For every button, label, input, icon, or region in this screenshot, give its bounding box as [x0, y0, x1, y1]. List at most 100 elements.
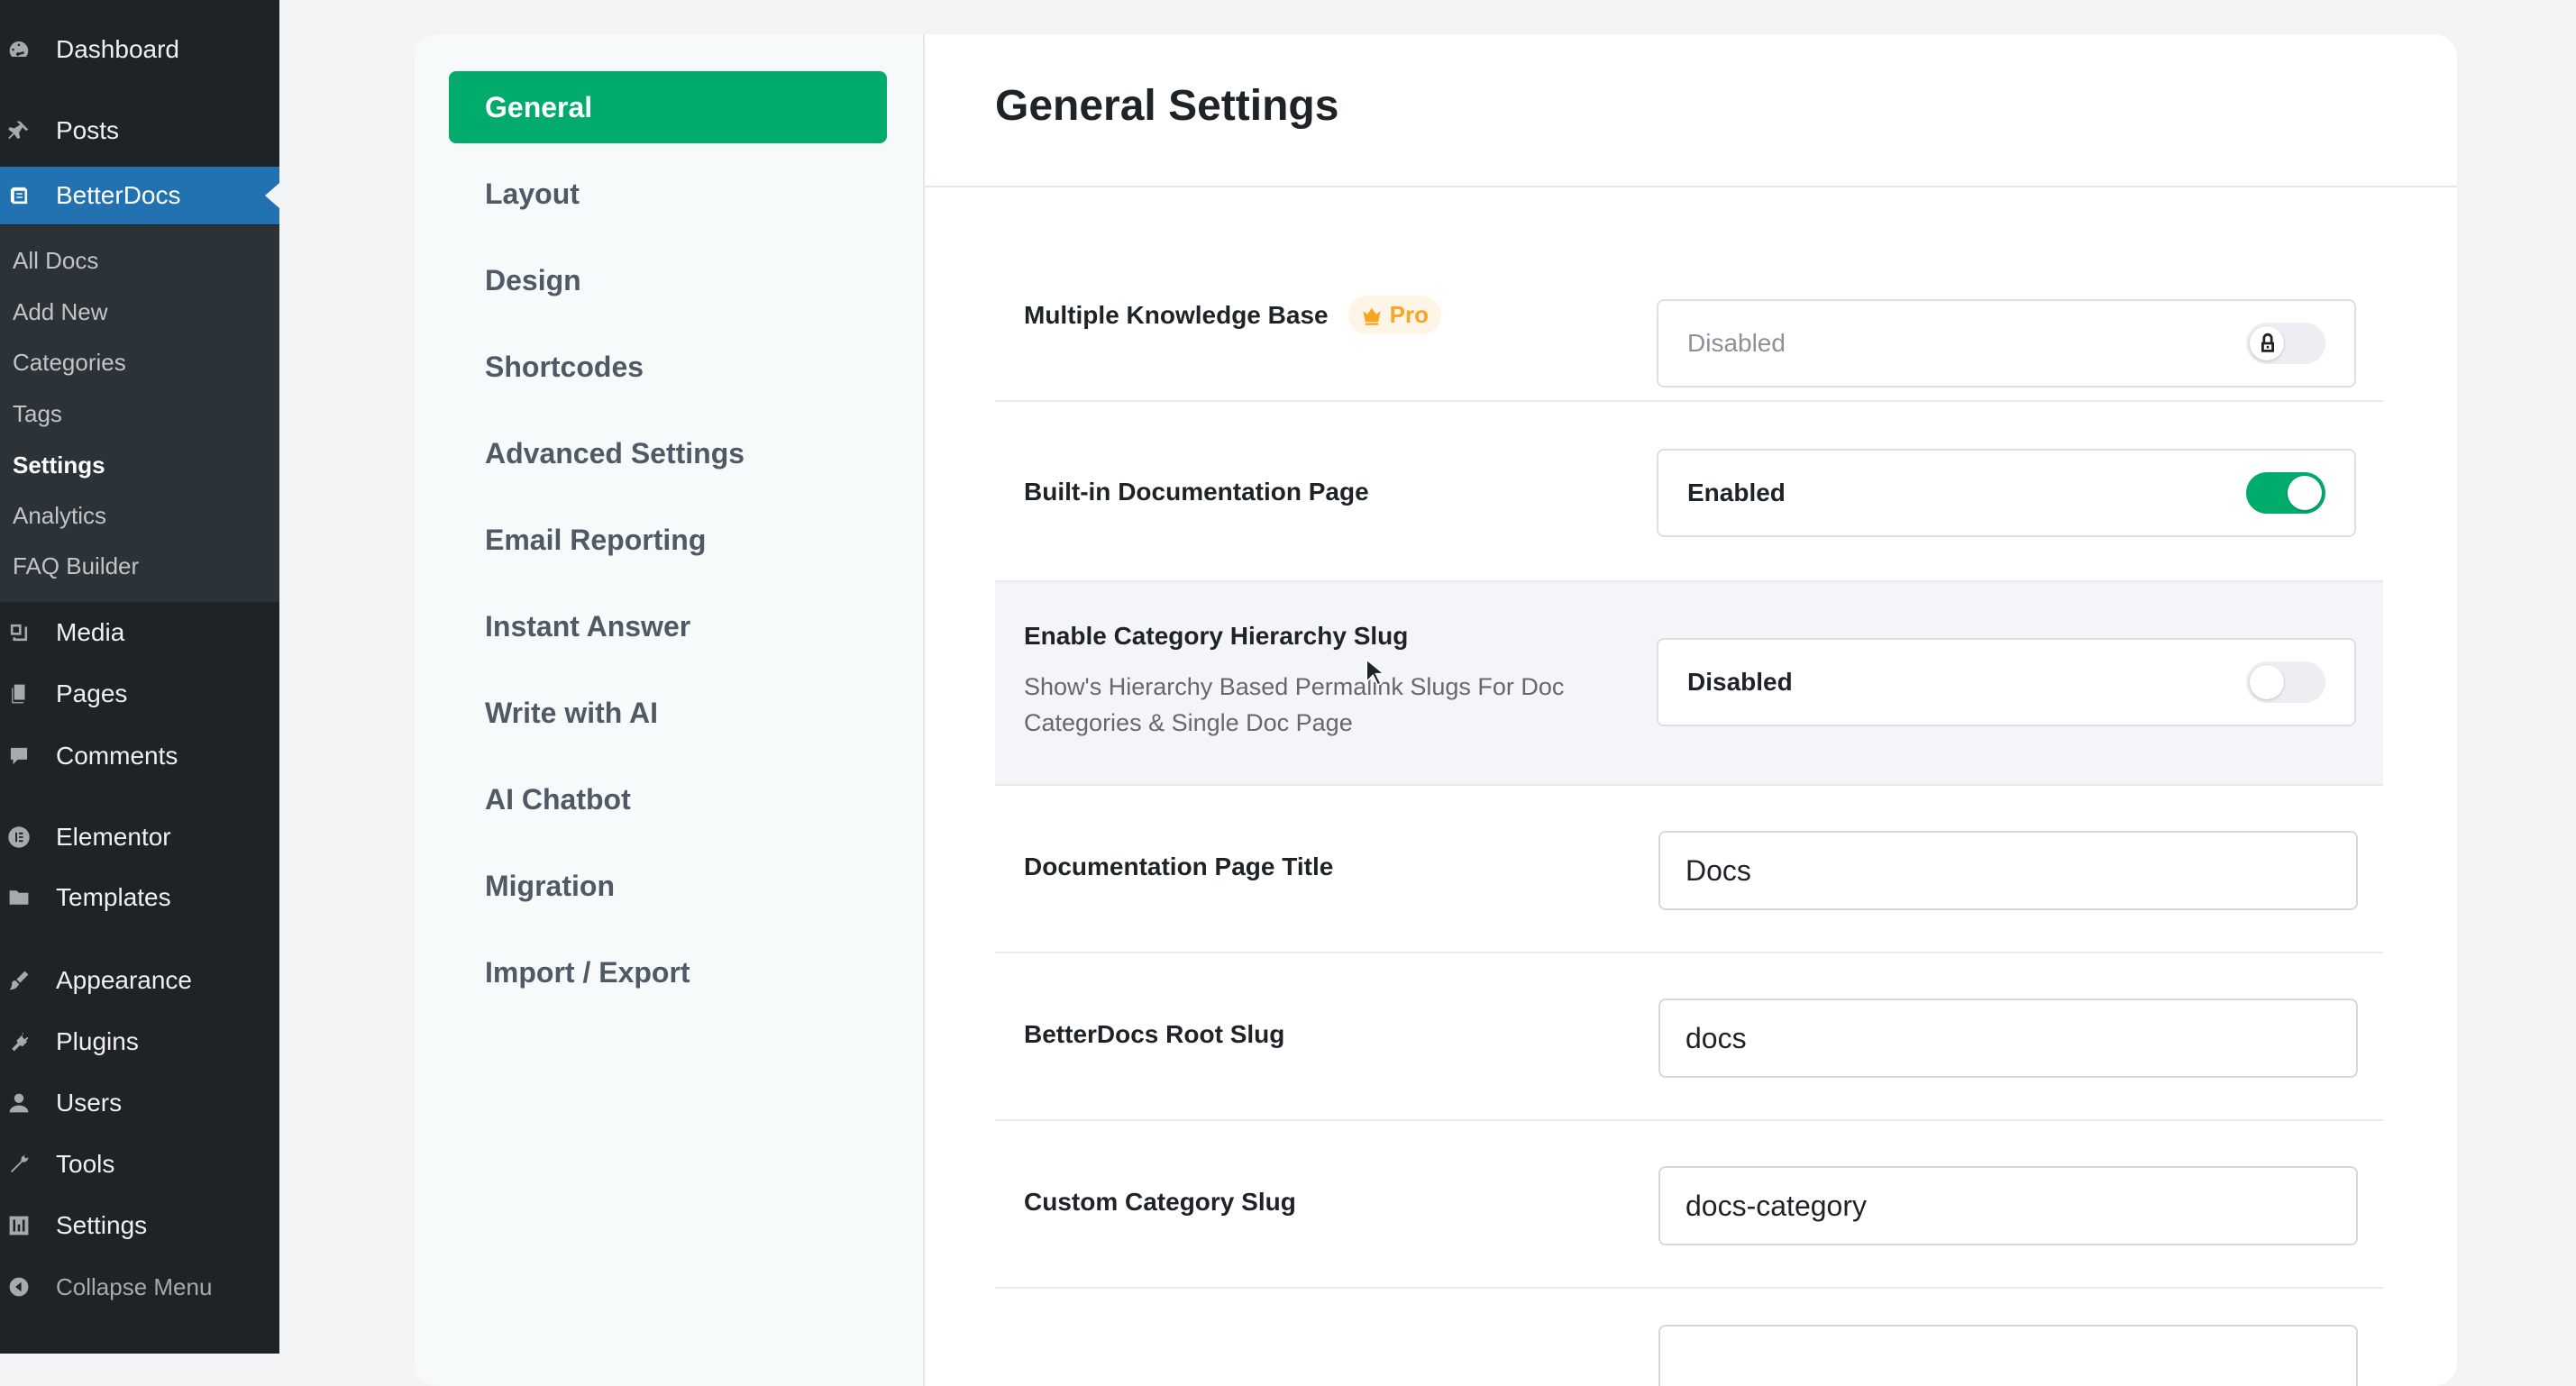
elementor-icon — [7, 825, 31, 849]
menu-item-pages[interactable]: Pages — [0, 667, 279, 721]
wrench-icon — [7, 1153, 31, 1176]
menu-label: Pages — [56, 679, 128, 707]
current-arrow — [265, 183, 279, 208]
settings-main: General Settings Multiple Knowledge Base… — [925, 34, 2457, 1386]
multiple-kb-switch[interactable] — [2246, 323, 2325, 364]
nav-import-export[interactable]: Import / Export — [449, 936, 887, 1008]
toggle-status: Disabled — [1687, 668, 1793, 696]
submenu-categories[interactable]: Categories — [13, 344, 126, 380]
menu-label: Posts — [56, 116, 120, 144]
submenu-settings[interactable]: Settings — [13, 447, 105, 483]
pro-badge-label: Pro — [1389, 301, 1429, 328]
page-title: General Settings — [995, 82, 1339, 130]
menu-label: Comments — [56, 742, 178, 770]
multiple-kb-toggle-field[interactable]: Disabled — [1657, 299, 2356, 388]
menu-item-posts[interactable]: Posts — [0, 104, 279, 158]
pro-badge: Pro — [1347, 296, 1441, 334]
collapse-icon — [7, 1275, 31, 1299]
setting-label: Custom Category Slug — [1024, 1188, 1296, 1216]
switch-knob — [2288, 476, 2322, 510]
nav-design[interactable]: Design — [449, 244, 887, 316]
nav-write-with-ai[interactable]: Write with AI — [449, 677, 887, 749]
menu-item-comments[interactable]: Comments — [0, 729, 279, 783]
category-slug-input[interactable]: docs-category — [1658, 1166, 2358, 1245]
submenu-add-new[interactable]: Add New — [13, 294, 108, 330]
menu-item-media[interactable]: Media — [0, 606, 279, 660]
menu-label: Tools — [56, 1150, 115, 1178]
nav-advanced-settings[interactable]: Advanced Settings — [449, 417, 887, 489]
menu-item-tools[interactable]: Tools — [0, 1137, 279, 1191]
lock-icon — [2255, 331, 2280, 356]
builtin-doc-page-toggle-field[interactable]: Enabled — [1657, 449, 2356, 537]
menu-label: BetterDocs — [56, 181, 181, 209]
setting-multiple-kb: Multiple Knowledge Base Pro Disabled — [995, 234, 2383, 402]
menu-item-plugins[interactable]: Plugins — [0, 1015, 279, 1069]
switch-knob — [2250, 665, 2284, 699]
setting-label: Built-in Documentation Page — [1024, 478, 1369, 506]
menu-item-templates[interactable]: Templates — [0, 871, 279, 925]
menu-item-appearance[interactable]: Appearance — [0, 953, 279, 1008]
setting-builtin-doc-page: Built-in Documentation Page Enabled — [995, 402, 2383, 582]
setting-label-wrap: Multiple Knowledge Base Pro — [1024, 296, 1441, 334]
user-icon — [7, 1091, 31, 1115]
setting-category-slug: Custom Category Slug docs-category — [995, 1121, 2383, 1289]
nav-instant-answer[interactable]: Instant Answer — [449, 590, 887, 662]
dashboard-icon — [7, 38, 31, 61]
setting-next-row — [995, 1289, 2383, 1386]
setting-category-hierarchy: Enable Category Hierarchy Slug Show's Hi… — [995, 582, 2383, 786]
menu-label: Plugins — [56, 1027, 139, 1055]
comments-icon — [7, 744, 31, 768]
setting-label: Documentation Page Title — [1024, 853, 1334, 880]
admin-sidebar: Dashboard Posts BetterDocs All Docs Add … — [0, 0, 279, 1354]
menu-item-betterdocs[interactable]: BetterDocs — [0, 167, 279, 224]
submenu-faq-builder[interactable]: FAQ Builder — [13, 548, 139, 584]
collapse-menu-button[interactable]: Collapse Menu — [0, 1260, 279, 1314]
pages-icon — [7, 682, 31, 706]
menu-label: Settings — [56, 1211, 148, 1239]
nav-shortcodes[interactable]: Shortcodes — [449, 331, 887, 403]
setting-label: BetterDocs Root Slug — [1024, 1020, 1285, 1048]
menu-item-dashboard[interactable]: Dashboard — [0, 23, 279, 77]
category-hierarchy-switch[interactable] — [2246, 661, 2325, 703]
menu-item-users[interactable]: Users — [0, 1076, 279, 1130]
toggle-status: Enabled — [1687, 479, 1786, 506]
toggle-status: Disabled — [1687, 329, 1786, 357]
setting-description: Show's Hierarchy Based Permalink Slugs F… — [1024, 673, 1565, 736]
setting-doc-page-title: Documentation Page Title Docs — [995, 786, 2383, 953]
nav-migration[interactable]: Migration — [449, 850, 887, 922]
category-hierarchy-toggle-field[interactable]: Disabled — [1657, 638, 2356, 726]
betterdocs-icon — [7, 184, 31, 207]
setting-label: Enable Category Hierarchy Slug — [1024, 622, 1409, 650]
mouse-cursor-icon — [1366, 658, 1384, 687]
nav-ai-chatbot[interactable]: AI Chatbot — [449, 763, 887, 835]
pin-icon — [7, 119, 31, 142]
menu-item-settings[interactable]: Settings — [0, 1199, 279, 1253]
betterdocs-submenu: All Docs Add New Categories Tags Setting… — [0, 225, 279, 602]
menu-label: Appearance — [56, 966, 193, 994]
collapse-label: Collapse Menu — [56, 1272, 213, 1300]
menu-label: Users — [56, 1089, 123, 1117]
menu-item-elementor[interactable]: Elementor — [0, 810, 279, 864]
submenu-all-docs[interactable]: All Docs — [13, 242, 98, 278]
nav-general[interactable]: General — [449, 71, 887, 143]
setting-label: Multiple Knowledge Base — [1024, 300, 1329, 329]
media-icon — [7, 621, 31, 644]
crown-icon — [1363, 307, 1381, 325]
setting-root-slug: BetterDocs Root Slug docs — [995, 953, 2383, 1121]
settings-panel: General Layout Design Shortcodes Advance… — [415, 34, 2457, 1386]
menu-label: Dashboard — [56, 35, 179, 63]
nav-layout[interactable]: Layout — [449, 158, 887, 230]
builtin-doc-page-switch[interactable] — [2246, 472, 2325, 514]
plug-icon — [7, 1030, 31, 1053]
menu-label: Elementor — [56, 823, 171, 851]
submenu-tags[interactable]: Tags — [13, 396, 62, 432]
menu-label: Media — [56, 618, 125, 646]
doc-page-title-input[interactable]: Docs — [1658, 831, 2358, 910]
nav-email-reporting[interactable]: Email Reporting — [449, 504, 887, 576]
settings-nav: General Layout Design Shortcodes Advance… — [415, 34, 925, 1386]
next-setting-input[interactable] — [1658, 1325, 2358, 1386]
root-slug-input[interactable]: docs — [1658, 998, 2358, 1078]
settings-header: General Settings — [925, 34, 2457, 187]
submenu-analytics[interactable]: Analytics — [13, 497, 106, 533]
brush-icon — [7, 969, 31, 992]
